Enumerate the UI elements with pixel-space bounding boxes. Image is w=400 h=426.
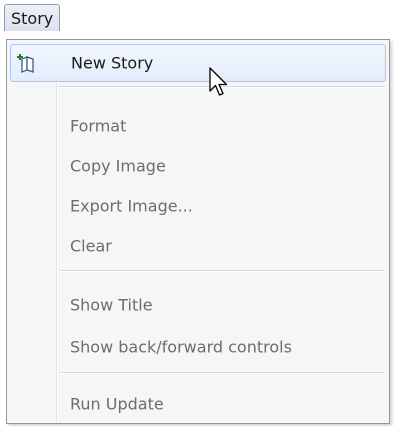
menu-separator (59, 270, 384, 272)
menu-item-new-story[interactable]: New Story (10, 44, 386, 82)
menu-item-label: Clear (70, 236, 112, 256)
menu-item-label: Format (70, 116, 127, 136)
menu-separator (59, 372, 384, 374)
menu-item-copy-image[interactable]: Copy Image (10, 147, 386, 185)
menu-item-label: Export Image... (70, 196, 193, 216)
story-menu-button[interactable]: Story (4, 4, 61, 31)
new-story-icon (17, 54, 34, 73)
menu-item-label: New Story (71, 53, 154, 73)
menu-item-label: Show Title (70, 295, 153, 315)
story-dropdown-menu: New Story Format Copy Image Export Image… (6, 39, 390, 424)
menu-item-show-title[interactable]: Show Title (10, 286, 386, 324)
screen: Story New Story Format Copy Image Export… (0, 0, 400, 426)
menu-item-label: Run Update (70, 394, 164, 414)
menu-item-clear[interactable]: Clear (10, 227, 386, 265)
menu-item-label: Copy Image (70, 156, 166, 176)
menu-item-label: Show back/forward controls (70, 337, 292, 357)
menu-item-export-image[interactable]: Export Image... (10, 187, 386, 225)
mouse-pointer-icon (209, 67, 228, 96)
menu-item-format[interactable]: Format (10, 107, 386, 145)
menu-item-show-back-forward-controls[interactable]: Show back/forward controls (10, 328, 386, 366)
story-menu-label: Story (11, 8, 54, 28)
menu-item-run-update[interactable]: Run Update (10, 385, 386, 423)
